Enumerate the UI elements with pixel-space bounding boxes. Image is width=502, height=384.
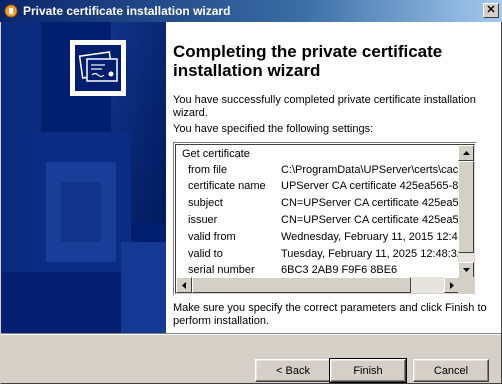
scroll-right-icon — [450, 281, 454, 289]
setting-value: C:\ProgramData\UPServer\certs\cace — [281, 164, 460, 176]
certificate-icon — [70, 40, 126, 96]
scroll-left-icon — [182, 281, 186, 289]
setting-key: certificate name — [188, 180, 266, 192]
setting-key: valid from — [188, 231, 236, 243]
vertical-scrollbar[interactable] — [458, 145, 474, 278]
window-title: Private certificate installation wizard — [23, 4, 231, 18]
scroll-left-button[interactable] — [176, 277, 192, 293]
setting-key: from file — [188, 164, 228, 176]
vertical-scroll-thumb[interactable] — [458, 161, 474, 253]
settings-summary-box[interactable]: Get certificate from file C:\ProgramData… — [173, 142, 477, 296]
setting-key: serial number — [188, 264, 255, 276]
setting-value: Tuesday, February 11, 2025 12:48:32 — [281, 248, 460, 260]
settings-group-label: Get certificate — [182, 148, 250, 160]
scroll-up-icon — [462, 151, 470, 155]
back-button[interactable]: < Back — [255, 359, 331, 382]
instruction-message: Make sure you specify the correct parame… — [173, 302, 487, 327]
setting-value: CN=UPServer CA certificate 425ea565 — [281, 214, 460, 226]
page-title: Completing the private certificate insta… — [173, 42, 443, 80]
setting-key: issuer — [188, 214, 218, 226]
setting-key: subject — [188, 197, 223, 209]
horizontal-scroll-thumb[interactable] — [192, 277, 411, 293]
wizard-side-banner — [1, 22, 166, 333]
settings-list[interactable]: Get certificate from file C:\ProgramData… — [176, 145, 460, 278]
wizard-content: Completing the private certificate insta… — [166, 22, 501, 333]
title-bar[interactable]: Private certificate installation wizard … — [0, 0, 502, 22]
button-bar: < Back Finish Cancel — [1, 335, 501, 383]
wizard-window: Completing the private certificate insta… — [0, 22, 502, 384]
horizontal-scrollbar[interactable] — [176, 277, 460, 293]
close-icon: ✕ — [486, 4, 496, 16]
success-message: You have successfully completed private … — [173, 94, 476, 119]
scroll-corner — [458, 277, 474, 293]
setting-value: CN=UPServer CA certificate 425ea565 — [281, 197, 460, 209]
close-button[interactable]: ✕ — [483, 3, 499, 18]
scroll-down-button[interactable] — [458, 262, 474, 278]
scroll-up-button[interactable] — [458, 145, 474, 161]
wizard-app-icon — [4, 4, 18, 18]
scroll-down-icon — [462, 268, 470, 272]
finish-button[interactable]: Finish — [329, 358, 407, 383]
setting-value: UPServer CA certificate 425ea565-832 — [281, 180, 460, 192]
setting-value: 6BC3 2AB9 F9F6 8BE6 — [281, 264, 398, 276]
settings-caption: You have specified the following setting… — [173, 123, 374, 135]
setting-value: Wednesday, February 11, 2015 12:48: — [281, 231, 460, 243]
cancel-button[interactable]: Cancel — [413, 359, 489, 382]
setting-key: valid to — [188, 248, 223, 260]
